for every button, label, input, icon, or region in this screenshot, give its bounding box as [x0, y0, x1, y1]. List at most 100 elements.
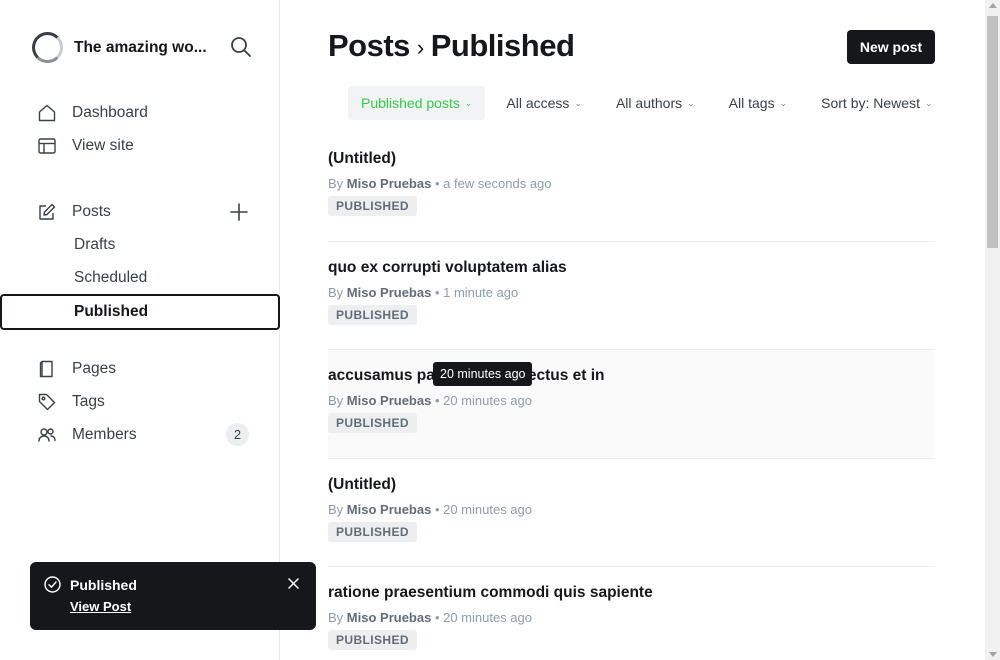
post-title[interactable]: (Untitled): [328, 476, 396, 494]
nav-scheduled[interactable]: Scheduled: [0, 261, 280, 294]
chevron-down-icon: ⌄: [464, 97, 473, 108]
status-badge: PUBLISHED: [328, 521, 417, 542]
filter-type-label: Published posts: [361, 95, 460, 111]
post-meta: By Miso Pruebas • 20 minutes ago: [328, 610, 533, 625]
main-content: Posts › Published New post Published pos…: [280, 0, 985, 660]
status-badge: PUBLISHED: [328, 413, 417, 433]
nav-view-site-label: View site: [72, 136, 134, 154]
time-tooltip: 20 minutes ago: [433, 362, 533, 386]
layout-icon: [38, 137, 56, 154]
post-row[interactable]: ratione praesentium commodi quis sapient…: [328, 567, 935, 660]
filter-access-label: All access: [506, 95, 570, 111]
post-by: By: [328, 176, 344, 191]
post-meta: By Miso Pruebas • 20 minutes ago: [328, 393, 533, 408]
home-icon: [38, 104, 56, 121]
post-row[interactable]: (Untitled) By Miso Pruebas • a few secon…: [328, 133, 935, 242]
nav-posts-label: Posts: [72, 202, 111, 220]
post-row[interactable]: (Untitled) By Miso Pruebas • 20 minutes …: [328, 459, 935, 567]
post-author: Miso Pruebas: [346, 393, 432, 408]
page-title: Posts › Published: [328, 28, 575, 64]
status-badge: PUBLISHED: [328, 630, 417, 650]
toast-notification: Published View Post: [30, 562, 316, 630]
toast-title: Published: [70, 577, 137, 593]
chevron-down-icon: ⌄: [687, 97, 695, 108]
post-title[interactable]: quo ex corrupti voluptatem alias: [328, 259, 567, 277]
nav-members-label: Members: [72, 425, 137, 443]
filter-access[interactable]: All access ⌄: [493, 86, 595, 120]
scroll-thumb[interactable]: [987, 16, 998, 248]
chevron-down-icon: ⌄: [924, 97, 933, 108]
post-time: 20 minutes ago: [443, 610, 533, 625]
nav-dashboard-label: Dashboard: [72, 103, 148, 121]
add-post-icon[interactable]: [229, 202, 249, 222]
post-author: Miso Pruebas: [346, 284, 432, 300]
members-count-badge: 2: [226, 423, 249, 446]
close-icon[interactable]: [288, 578, 299, 589]
secondary-nav: Pages Tags Members 2: [0, 352, 280, 451]
filter-sort[interactable]: Sort by: Newest ⌄: [808, 86, 945, 120]
post-time: 20 minutes ago: [443, 501, 533, 517]
chevron-down-icon: ⌄: [779, 97, 788, 108]
post-title[interactable]: ratione praesentium commodi quis sapient…: [328, 584, 653, 602]
post-time: a few seconds ago: [443, 176, 552, 191]
post-meta: By Miso Pruebas • 1 minute ago: [328, 284, 519, 300]
new-post-button[interactable]: New post: [847, 30, 935, 64]
post-author: Miso Pruebas: [346, 176, 432, 191]
nav-drafts-label: Drafts: [74, 235, 116, 253]
filter-bar: Published posts ⌄ All access ⌄ All authors…: [348, 86, 954, 120]
nav-drafts[interactable]: Drafts: [0, 228, 280, 261]
chevron-down-icon: ⌄: [574, 97, 582, 108]
filter-tags-label: All tags: [728, 95, 775, 111]
post-time: 20 minutes ago: [443, 393, 533, 408]
post-by: By: [328, 501, 344, 517]
post-title[interactable]: (Untitled): [328, 150, 396, 168]
site-logo: [32, 32, 63, 63]
members-icon: [38, 427, 56, 442]
nav-posts[interactable]: Posts: [0, 195, 280, 228]
breadcrumb-separator: ›: [416, 35, 424, 60]
site-title: The amazing wo...: [74, 38, 207, 56]
breadcrumb-published: Published: [430, 28, 575, 63]
status-badge: PUBLISHED: [328, 304, 417, 325]
nav-members[interactable]: Members 2: [0, 418, 280, 451]
nav-view-site[interactable]: View site: [0, 129, 280, 162]
scroll-down-arrow-icon[interactable]: [989, 652, 997, 657]
check-circle-icon: [44, 576, 61, 593]
post-row[interactable]: accusamus pariatur est delectus et in By…: [328, 350, 935, 459]
breadcrumb-posts[interactable]: Posts: [328, 28, 410, 64]
post-author: Miso Pruebas: [346, 610, 432, 625]
post-author: Miso Pruebas: [346, 501, 432, 517]
page-icon: [39, 360, 53, 377]
page-scrollbar[interactable]: [985, 0, 1000, 660]
edit-icon: [39, 203, 56, 220]
filter-authors[interactable]: All authors ⌄: [603, 86, 708, 120]
nav-dashboard[interactable]: Dashboard: [0, 96, 280, 129]
status-badge: PUBLISHED: [328, 196, 417, 216]
post-meta: By Miso Pruebas • 20 minutes ago: [328, 501, 533, 517]
filter-sort-label: Sort by: Newest: [821, 95, 920, 111]
scroll-up-arrow-icon[interactable]: [989, 3, 997, 8]
nav-pages[interactable]: Pages: [0, 352, 280, 385]
view-post-link[interactable]: View Post: [70, 599, 131, 614]
site-brand[interactable]: The amazing wo...: [32, 32, 252, 63]
post-row[interactable]: quo ex corrupti voluptatem alias By Miso…: [328, 242, 935, 350]
nav-tags[interactable]: Tags: [0, 385, 280, 418]
post-by: By: [328, 610, 344, 625]
sidebar: The amazing wo... Dashboard View site Po…: [0, 0, 280, 660]
post-by: By: [328, 284, 344, 300]
nav-tags-label: Tags: [72, 392, 105, 410]
nav-scheduled-label: Scheduled: [74, 268, 148, 286]
search-icon[interactable]: [230, 36, 252, 58]
filter-type[interactable]: Published posts ⌄: [348, 86, 486, 120]
primary-nav: Dashboard View site: [0, 96, 280, 162]
filter-authors-label: All authors: [615, 95, 683, 111]
posts-nav: Posts Drafts Scheduled Published: [0, 195, 280, 330]
nav-published-label: Published: [74, 303, 149, 320]
nav-published[interactable]: Published: [0, 294, 280, 330]
post-by: By: [328, 393, 344, 408]
post-list: (Untitled) By Miso Pruebas • a few secon…: [328, 133, 935, 660]
nav-pages-label: Pages: [72, 359, 116, 377]
filter-tags[interactable]: All tags ⌄: [716, 86, 800, 120]
post-time: 1 minute ago: [443, 284, 519, 300]
tag-icon: [38, 393, 56, 410]
